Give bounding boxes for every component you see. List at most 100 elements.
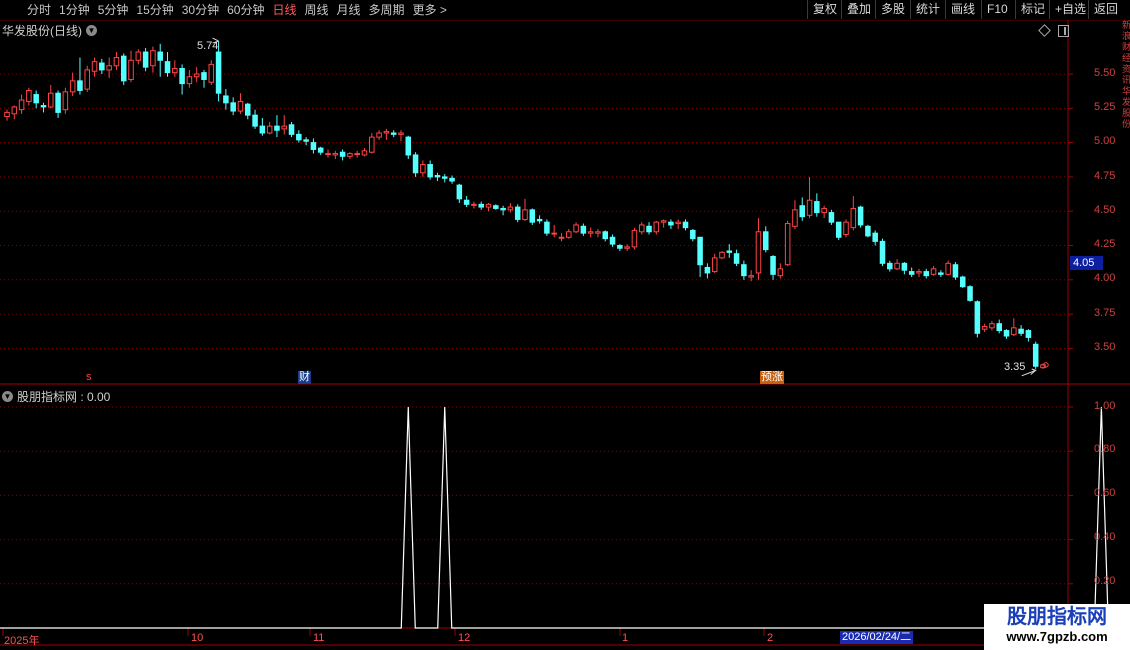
date-tick: 2025年: [4, 635, 40, 647]
candle-body: [609, 236, 616, 245]
candle-body: [179, 68, 185, 85]
date-tick: 11: [313, 632, 325, 644]
candle-body: [719, 251, 725, 259]
candle-body: [383, 131, 390, 134]
candle-body: [573, 224, 579, 233]
candle-body: [638, 224, 645, 233]
candle-body: [1003, 330, 1010, 337]
candle-body: [799, 205, 806, 218]
candle-body: [843, 221, 849, 236]
indicator-tick: 0.20: [1094, 575, 1116, 587]
candle-body: [894, 262, 900, 270]
indicator-tick: 1.00: [1094, 400, 1116, 412]
candle-body: [354, 153, 360, 156]
side-info-strip[interactable]: 新浪财经资讯华发股份: [1122, 20, 1130, 632]
candle-body: [558, 236, 565, 239]
candle-body: [361, 150, 368, 156]
candle-body: [11, 106, 18, 115]
candle-body: [310, 142, 317, 150]
candle-body: [631, 229, 638, 248]
candle-body: [142, 51, 149, 68]
candle-body: [478, 203, 484, 208]
candle-body: [668, 221, 674, 226]
candle-body: [427, 164, 433, 178]
chevron-down-icon[interactable]: ▼: [86, 25, 97, 36]
candle-body: [223, 95, 229, 104]
candle-body: [493, 205, 499, 209]
indicator-tick: 0.60: [1094, 487, 1116, 499]
candle-body: [347, 153, 353, 157]
candle-body: [770, 255, 776, 275]
candle-body: [1025, 330, 1032, 338]
candle-body: [587, 231, 594, 234]
indicator-series-line: [0, 406, 1109, 629]
candle-body: [398, 132, 404, 135]
chevron-down-icon[interactable]: ▼: [2, 391, 13, 402]
candle-body: [828, 212, 835, 223]
candle-body: [901, 262, 908, 271]
chart-canvas[interactable]: [0, 0, 1130, 650]
pane-toggle-icon[interactable]: [1058, 25, 1069, 37]
candle-body: [522, 209, 528, 220]
candle-body: [711, 257, 718, 273]
candle-body: [865, 225, 871, 237]
candle-body: [551, 232, 557, 235]
candle-body: [201, 72, 207, 80]
candle-body: [244, 103, 251, 116]
indicator-tick: 0.80: [1094, 443, 1116, 455]
candle-body: [916, 271, 922, 274]
candle-body: [135, 51, 142, 61]
candle-body: [595, 231, 601, 234]
price-tick: 3.50: [1094, 341, 1116, 353]
candle-body: [113, 57, 120, 67]
candle-body: [974, 301, 981, 334]
event-marker-s[interactable]: s: [85, 371, 93, 384]
candle-body: [215, 51, 222, 94]
candle-body: [449, 177, 455, 182]
event-marker-forecast[interactable]: 预涨: [760, 371, 784, 384]
candle-body: [84, 69, 91, 90]
candle-body: [923, 271, 930, 277]
candle-body: [792, 209, 798, 227]
candle-body: [441, 176, 448, 179]
candle-body: [296, 133, 302, 141]
candle-body: [1018, 328, 1024, 334]
watermark-url: www.7gpzb.com: [1006, 629, 1108, 644]
candle-body: [172, 68, 178, 74]
candle-body: [485, 203, 492, 208]
candle-body: [164, 61, 171, 74]
high-price-label: 5.74: [197, 40, 219, 52]
candle-body: [952, 264, 959, 278]
event-marker-finance[interactable]: 财: [298, 371, 311, 384]
candle-body: [259, 125, 266, 134]
candle-body: [150, 50, 156, 67]
candle-body: [18, 99, 25, 111]
candle-body: [317, 147, 324, 153]
candle-body: [704, 266, 711, 274]
candle-body: [230, 102, 236, 112]
candle-body: [1032, 343, 1039, 367]
candle-body: [930, 268, 937, 275]
candle-body: [682, 221, 689, 229]
candle-body: [281, 125, 288, 130]
candle-body: [857, 206, 864, 226]
candle-body: [814, 201, 820, 214]
candle-body: [266, 125, 273, 134]
date-tick: 12: [458, 632, 471, 644]
candle-body: [755, 231, 762, 274]
price-tick: 4.75: [1094, 170, 1116, 182]
candle-body: [274, 125, 280, 131]
price-tick: 4.00: [1094, 272, 1116, 284]
candle-body: [507, 206, 514, 211]
low-price-label: 3.35: [1004, 361, 1026, 373]
candle-body: [660, 220, 667, 223]
candle-body: [850, 207, 857, 229]
candle-body: [193, 73, 200, 78]
candle-body: [908, 271, 915, 275]
candle-body: [690, 229, 696, 240]
candle-body: [981, 325, 988, 330]
candle-body: [237, 100, 244, 112]
candle-body: [106, 65, 112, 71]
stock-name: 华发股份(日线): [2, 24, 82, 38]
candle-body: [434, 175, 441, 178]
